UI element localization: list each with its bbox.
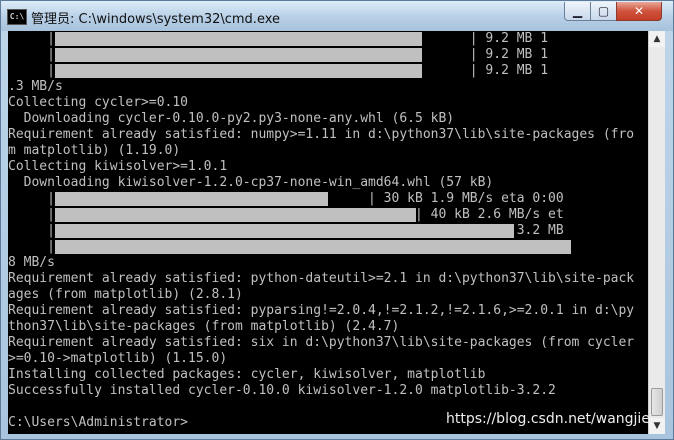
console-line: Installing collected packages: cycler, k… <box>8 367 486 382</box>
console-line: 8 MB/s <box>8 255 55 270</box>
maximize-button[interactable]: ▢ <box>590 2 617 21</box>
console-line: Successfully installed cycler-0.10.0 kiw… <box>8 383 556 398</box>
console-line: Downloading kiwisolver-1.2.0-cp37-none-w… <box>8 175 494 190</box>
console-line: Requirement already satisfied: pyparsing… <box>8 303 635 318</box>
console-line: Collecting kiwisolver>=1.0.1 <box>8 159 228 174</box>
console-output[interactable]: | | 9.2 MB 1 | | 9.2 MB 1 | | 9.2 MB 1 .… <box>8 31 648 434</box>
console-line: Requirement already satisfied: numpy>=1.… <box>8 127 635 142</box>
close-button[interactable]: ✕ <box>616 2 662 21</box>
vertical-scrollbar[interactable]: ▲ ▼ <box>648 31 665 434</box>
cmd-window: C:\ 管理员: C:\windows\system32\cmd.exe ▁ ▢… <box>0 0 674 440</box>
console-line: ages (from matplotlib) (2.8.1) <box>8 287 243 302</box>
progress-bar-fill <box>54 224 515 238</box>
progress-bar-fill <box>54 240 572 254</box>
console-line: .3 MB/s <box>8 79 63 94</box>
progress-bar-fill <box>54 192 329 206</box>
progress-bar-fill <box>54 64 423 78</box>
console-line: Requirement already satisfied: python-da… <box>8 271 635 286</box>
progress-bar-fill <box>54 48 423 62</box>
console-line: m matplotlib) (1.19.0) <box>8 143 181 158</box>
window-title: 管理员: C:\windows\system32\cmd.exe <box>31 12 280 27</box>
scroll-up-arrow-icon[interactable]: ▲ <box>649 31 665 47</box>
console-line: >=0.10->matplotlib) (1.15.0) <box>8 351 228 366</box>
console-line: C:\Users\Administrator> <box>8 415 189 430</box>
title-bar[interactable]: C:\ 管理员: C:\windows\system32\cmd.exe ▁ ▢… <box>1 1 673 31</box>
scroll-thumb[interactable] <box>651 388 663 416</box>
console-line: Requirement already satisfied: six in d:… <box>8 335 635 350</box>
progress-bar-fill <box>54 32 423 46</box>
console-line: Collecting cycler>=0.10 <box>8 95 189 110</box>
console-line: Downloading cycler-0.10.0-py2.py3-none-a… <box>8 111 455 126</box>
scroll-down-arrow-icon[interactable]: ▼ <box>649 418 665 434</box>
console-line: thon37\lib\site-packages (from matplotli… <box>8 319 400 334</box>
watermark: https://blog.csdn.net/wangjie <box>446 411 650 427</box>
progress-bar-fill <box>54 208 417 222</box>
cmd-app-icon[interactable]: C:\ <box>7 9 27 25</box>
minimize-button[interactable]: ▁ <box>564 2 591 21</box>
